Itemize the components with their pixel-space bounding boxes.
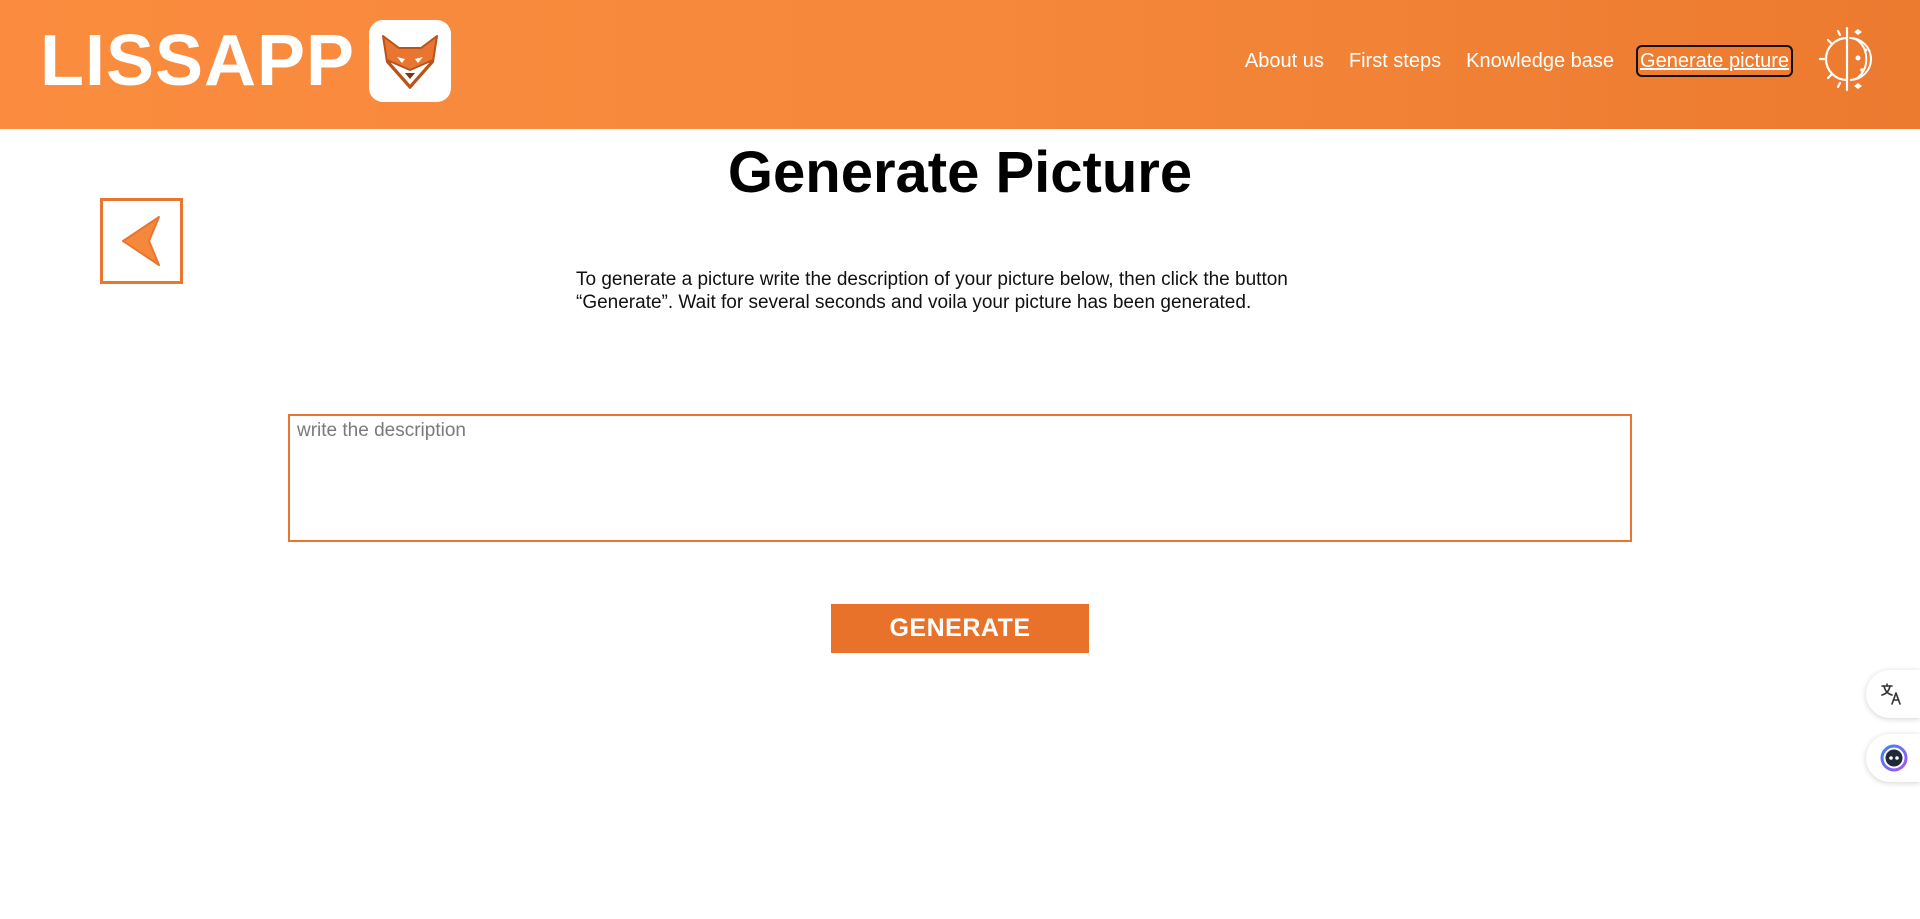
top-header: LISSAPP About us First steps Knowledge b… <box>0 0 1920 129</box>
brand[interactable]: LISSAPP <box>40 20 452 102</box>
brand-name: LISSAPP <box>40 21 356 101</box>
nav-generate-picture[interactable]: Generate picture <box>1636 45 1793 77</box>
nav-first-steps[interactable]: First steps <box>1349 48 1441 74</box>
assistant-icon <box>1880 744 1908 772</box>
sun-moon-theme-icon[interactable] <box>1814 26 1880 92</box>
instructions-text: To generate a picture write the descript… <box>576 269 1288 313</box>
description-input[interactable] <box>288 414 1632 542</box>
assistant-button[interactable] <box>1866 734 1920 782</box>
main-nav: About us First steps Knowledge base Gene… <box>1220 45 1793 77</box>
page-title: Generate Picture <box>727 140 1193 205</box>
back-button[interactable] <box>100 198 183 284</box>
translate-icon <box>1881 683 1901 705</box>
translate-button[interactable] <box>1866 670 1920 718</box>
back-arrow-icon <box>121 216 160 266</box>
nav-knowledge-base[interactable]: Knowledge base <box>1466 48 1614 74</box>
generate-button[interactable]: GENERATE <box>831 604 1089 653</box>
fox-logo-icon <box>369 20 452 102</box>
nav-about-us[interactable]: About us <box>1245 48 1324 74</box>
